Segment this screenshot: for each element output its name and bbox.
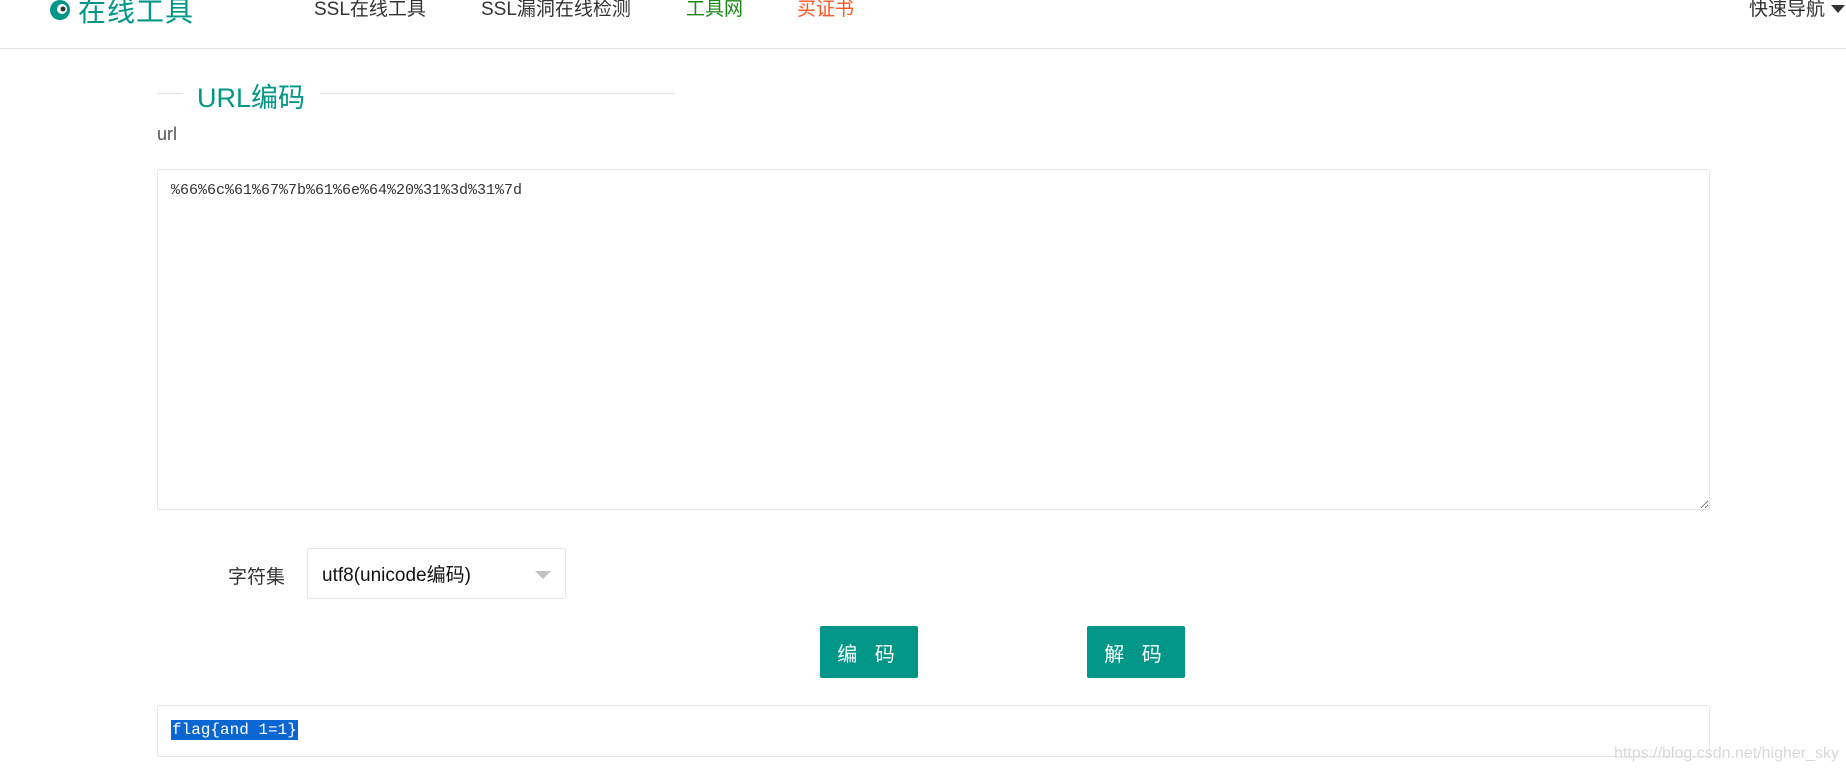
dropdown-arrow-icon [535, 571, 551, 579]
quick-nav-dropdown[interactable]: 快速导航 [1749, 0, 1846, 21]
nav-tools-site[interactable]: 工具网 [686, 0, 743, 21]
top-navbar: 在线工具 SSL在线工具 SSL漏洞在线检测 工具网 买证书 快速导航 [0, 0, 1846, 49]
nav-label: 买证书 [797, 0, 855, 20]
watermark: https://blog.csdn.net/higher_sky [1614, 745, 1840, 762]
encode-button[interactable]: 编 码 [820, 626, 918, 678]
nav-label: 工具网 [686, 0, 744, 20]
output-selected-text: flag{and 1=1} [171, 720, 298, 740]
logo-text: 在线工具 [78, 0, 195, 27]
output-field[interactable]: flag{and 1=1} [157, 705, 1710, 757]
charset-selected-value: utf8(unicode编码) [322, 565, 471, 586]
eye-logo-icon [50, 0, 70, 20]
quick-nav-label: 快速导航 [1749, 0, 1826, 20]
caret-down-icon [1831, 4, 1846, 13]
section-title: URL编码 [197, 83, 306, 113]
nav-label: SSL在线工具 [314, 0, 426, 20]
charset-label: 字符集 [228, 567, 286, 588]
url-input[interactable] [157, 169, 1710, 510]
nav-ssl-vuln-check[interactable]: SSL漏洞在线检测 [481, 0, 631, 21]
site-logo[interactable]: 在线工具 [48, 0, 194, 30]
nav-buy-certificate[interactable]: 买证书 [797, 0, 854, 21]
url-field-label: url [157, 124, 178, 144]
decode-button[interactable]: 解 码 [1087, 626, 1185, 678]
nav-label: SSL漏洞在线检测 [481, 0, 631, 20]
charset-select[interactable]: utf8(unicode编码) [307, 548, 566, 599]
nav-ssl-tools[interactable]: SSL在线工具 [314, 0, 426, 21]
legend-divider-right [320, 93, 675, 94]
legend-divider-left [157, 93, 183, 94]
